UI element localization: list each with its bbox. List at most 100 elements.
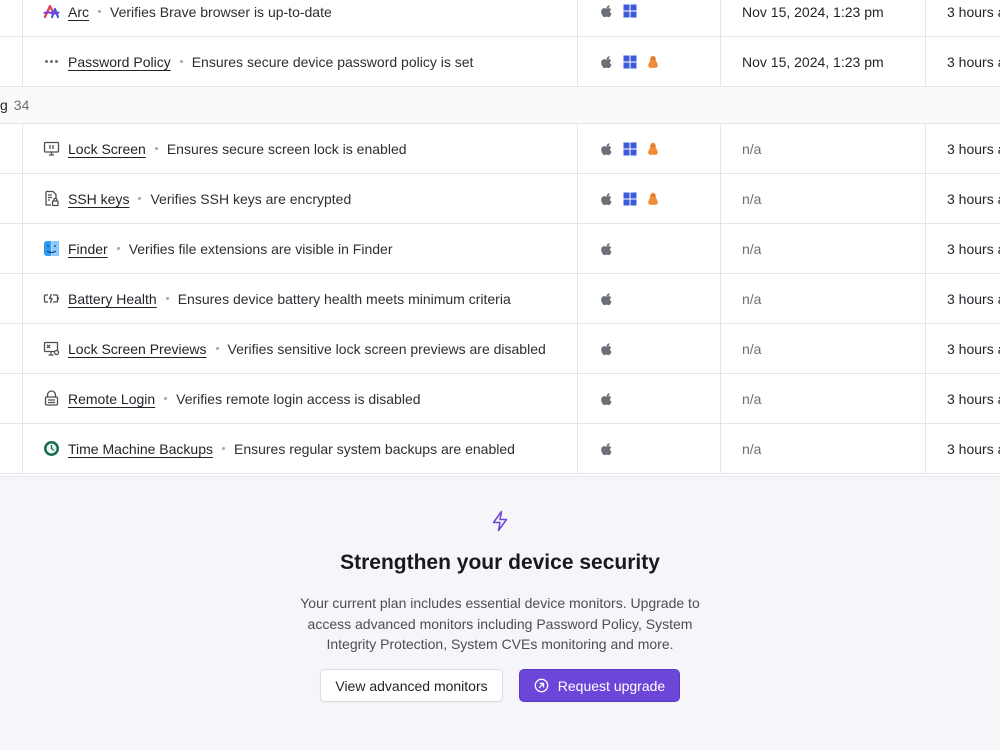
request-upgrade-button[interactable]: Request upgrade [519,669,680,702]
column-divider [577,0,578,36]
monitor-description: Ensures device battery health meets mini… [177,290,511,307]
column-divider [577,374,578,423]
monitor-link[interactable]: Battery Health [68,291,157,307]
last-run-cell: Nov 15, 2024, 1:23 pm [742,4,884,20]
column-divider [22,124,23,173]
column-divider [577,324,578,373]
separator-dot [221,447,225,450]
updated-cell: 3 hours a [947,53,1000,70]
monitor-link[interactable]: Lock Screen Previews [68,341,207,357]
monitor-link[interactable]: Finder [68,241,108,257]
monitor-link[interactable]: Password Policy [68,54,171,70]
apple-icon [600,142,614,156]
column-divider [720,174,721,223]
remote-login-icon [43,390,60,407]
column-divider [22,0,23,36]
group-count: 34 [13,97,30,113]
column-divider [577,174,578,223]
platforms-cell [600,442,614,456]
apple-icon [600,242,614,256]
group-header-row[interactable]: g 34 [0,87,1000,124]
monitor-name-cell: Remote Login Verifies remote login access… [43,390,421,407]
monitor-name-cell: SSH keys Verifies SSH keys are encrypted [43,190,351,207]
updated-cell: 3 hours a [947,140,1000,157]
separator-dot [154,147,158,150]
monitor-name-cell: Battery Health Ensures device battery hea… [43,290,511,307]
column-divider [720,274,721,323]
view-advanced-monitors-label: View advanced monitors [335,677,488,694]
monitor-description: Verifies file extensions are visible in … [128,240,393,257]
separator-dot [116,247,120,250]
windows-icon [623,55,637,69]
updated-cell: 3 hours a [947,4,1000,20]
monitor-link[interactable]: Remote Login [68,391,155,407]
table-row: Finder Verifies file extensions are visib… [0,224,1000,274]
monitor-description: Ensures secure screen lock is enabled [166,140,407,157]
platforms-cell [600,242,614,256]
monitor-link[interactable]: Lock Screen [68,141,146,157]
column-divider [577,274,578,323]
linux-icon [646,142,660,156]
table-row: Battery Health Ensures device battery hea… [0,274,1000,324]
last-run-cell: n/a [742,390,762,407]
view-advanced-monitors-button[interactable]: View advanced monitors [320,669,503,702]
more-dots-icon [43,53,60,70]
platforms-cell [600,292,614,306]
monitor-link[interactable]: Arc [68,4,89,20]
monitor-description: Verifies remote login access is disabled [176,390,421,407]
monitor-name-cell: Password Policy Ensures secure device pas… [43,53,473,70]
table-row: Arc Verifies Brave browser is up-to-date N… [0,0,1000,37]
column-divider [925,37,926,86]
column-divider [720,374,721,423]
platforms-cell [600,142,660,156]
column-divider [22,274,23,323]
updated-cell: 3 hours a [947,390,1000,407]
column-divider [925,424,926,473]
last-run-cell: n/a [742,190,762,207]
column-divider [22,37,23,86]
column-divider [925,374,926,423]
table-row: Password Policy Ensures secure device pas… [0,37,1000,87]
screen-preview-icon [43,340,60,357]
column-divider [22,224,23,273]
group-title: g [0,97,8,113]
column-divider [720,324,721,373]
upgrade-title: Strengthen your device security [340,551,660,574]
column-divider [925,0,926,36]
monitor-link[interactable]: SSH keys [68,191,129,207]
column-divider [720,0,721,36]
upgrade-panel: Strengthen your device security Your cur… [0,476,1000,750]
monitor-link[interactable]: Time Machine Backups [68,441,213,457]
updated-cell: 3 hours a [947,290,1000,307]
apple-icon [600,4,614,18]
apple-icon [600,342,614,356]
column-divider [577,424,578,473]
updated-cell: 3 hours a [947,440,1000,457]
last-run-cell: n/a [742,340,762,357]
windows-icon [623,4,637,18]
separator-dot [138,197,142,200]
platforms-cell [600,342,614,356]
monitor-name-cell: Lock Screen Ensures secure screen lock is… [43,140,407,157]
last-run-cell: n/a [742,240,762,257]
separator-dot [165,297,169,300]
monitor-icon [43,140,60,157]
key-file-icon [43,190,60,207]
monitor-description: Verifies sensitive lock screen previews … [227,340,546,357]
column-divider [720,37,721,86]
request-upgrade-label: Request upgrade [557,677,666,694]
linux-icon [646,55,660,69]
apple-icon [600,55,614,69]
lightning-bolt-icon [492,510,508,532]
updated-cell: 3 hours a [947,240,1000,257]
monitor-description: Ensures regular system backups are enabl… [233,440,515,457]
updated-cell: 3 hours a [947,190,1000,207]
arrow-circle-icon [534,678,549,693]
last-run-cell: n/a [742,140,762,157]
column-divider [22,174,23,223]
windows-icon [623,142,637,156]
battery-icon [43,290,60,307]
table-row: SSH keys Verifies SSH keys are encrypted n… [0,174,1000,224]
table-row: Time Machine Backups Ensures regular syst… [0,424,1000,474]
monitor-description: Verifies Brave browser is up-to-date [110,3,332,20]
